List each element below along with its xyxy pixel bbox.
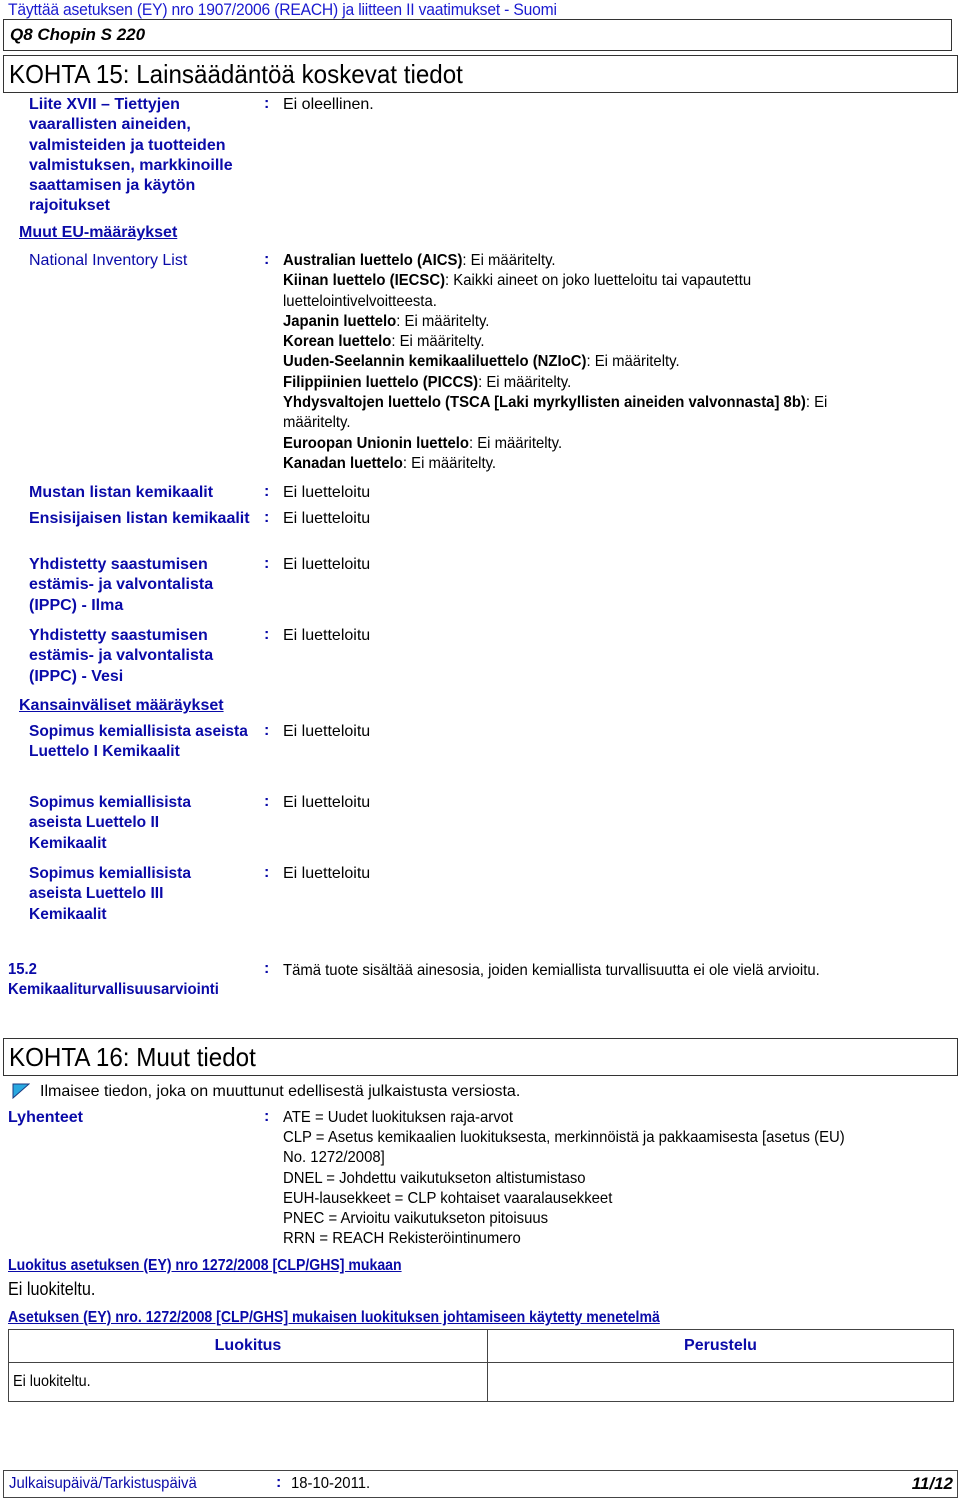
colon: : bbox=[264, 509, 270, 526]
revision-date-label: Julkaisupäivä/Tarkistuspäivä bbox=[9, 1475, 197, 1492]
other-eu-regulations-heading[interactable]: Muut EU-määräykset bbox=[19, 224, 177, 242]
abbreviations-label: Lyhenteet bbox=[8, 1109, 83, 1126]
abbreviation-item: No. 1272/2008] bbox=[283, 1149, 385, 1167]
clp-classification-heading[interactable]: Luokitus asetuksen (EY) nro 1272/2008 [C… bbox=[8, 1257, 402, 1275]
colon: : bbox=[264, 483, 270, 500]
abbreviation-item: ATE = Uudet luokituksen raja-arvot bbox=[283, 1109, 514, 1126]
ippc-air-value: Ei luetteloitu bbox=[283, 556, 371, 573]
national-inventory-label: National Inventory List bbox=[29, 252, 188, 269]
section-15-header: KOHTA 15: Lainsäädäntöä koskevat tiedot bbox=[3, 55, 958, 93]
document-compliance-title: Täyttää asetuksen (EY) nro 1907/2006 (RE… bbox=[8, 0, 557, 19]
colon: : bbox=[264, 960, 270, 977]
chemical-weapons-list-3-value: Ei luetteloitu bbox=[283, 865, 371, 882]
classification-method-table: Luokitus Perustelu Ei luokiteltu. bbox=[8, 1329, 954, 1402]
ippc-air-label: Yhdistetty saastumisen estämis- ja valvo… bbox=[29, 556, 214, 614]
page-number: 11/12 bbox=[911, 1474, 953, 1493]
section-16-title: KOHTA 16: Muut tiedot bbox=[9, 1042, 256, 1072]
blacklist-chemicals-label: Mustan listan kemikaalit bbox=[29, 484, 214, 501]
national-inventory-list: Australian luettelo (AICS): Ei määritelt… bbox=[283, 251, 953, 474]
chemical-weapons-list-1-value: Ei luetteloitu bbox=[283, 723, 371, 740]
inventory-entry: Australian luettelo (AICS): Ei määritelt… bbox=[283, 252, 556, 269]
colon: : bbox=[264, 251, 270, 268]
inventory-entry: Japanin luettelo: Ei määritelty. bbox=[283, 312, 490, 330]
annex-xvii-value: Ei oleellinen. bbox=[283, 96, 374, 113]
colon: : bbox=[264, 1108, 270, 1125]
inventory-entry: Korean luettelo: Ei määritelty. bbox=[283, 333, 485, 351]
table-cell-justification bbox=[487, 1362, 954, 1402]
table-header-row: Luokitus Perustelu bbox=[8, 1329, 954, 1363]
inventory-entry: Filippiinien luettelo (PICCS): Ei määrit… bbox=[283, 373, 572, 391]
abbreviation-item: EUH-lausekkeet = CLP kohtaiset vaaralaus… bbox=[283, 1189, 613, 1207]
abbreviation-item: DNEL = Johdettu vaikutukseton altistumis… bbox=[283, 1169, 586, 1187]
section-15-title: KOHTA 15: Lainsäädäntöä koskevat tiedot bbox=[9, 59, 463, 89]
ippc-water-label: Yhdistetty saastumisen estämis- ja valvo… bbox=[29, 627, 214, 685]
chemical-weapons-list-2-value: Ei luetteloitu bbox=[283, 794, 371, 811]
chemical-weapons-list-3-label: Sopimus kemiallisista aseista Luettelo I… bbox=[29, 865, 191, 923]
international-regulations-heading[interactable]: Kansainväliset määräykset bbox=[19, 697, 224, 715]
table-cell-classification: Ei luokiteltu. bbox=[8, 1362, 488, 1402]
blacklist-chemicals-value: Ei luetteloitu bbox=[283, 484, 371, 501]
priority-list-chemicals-value: Ei luetteloitu bbox=[283, 510, 371, 527]
annex-xvii-label: Liite XVII – Tiettyjen vaarallisten aine… bbox=[29, 96, 233, 215]
clp-classification-value: Ei luokiteltu. bbox=[8, 1279, 96, 1299]
colon: : bbox=[264, 722, 270, 739]
inventory-entry: Kanadan luettelo: Ei määritelty. bbox=[283, 454, 497, 472]
abbreviation-item: PNEC = Arvioitu vaikutukseton pitoisuus bbox=[283, 1210, 549, 1228]
colon: : bbox=[276, 1474, 282, 1491]
classification-method-heading[interactable]: Asetuksen (EY) nro. 1272/2008 [CLP/GHS] … bbox=[8, 1309, 660, 1327]
abbreviation-item: RRN = REACH Rekisteröintinumero bbox=[283, 1230, 521, 1248]
colon: : bbox=[264, 864, 270, 881]
chemical-weapons-list-2-label: Sopimus kemiallisista aseista Luettelo I… bbox=[29, 794, 191, 852]
product-name-box: Q8 Chopin S 220 bbox=[3, 19, 952, 51]
product-name: Q8 Chopin S 220 bbox=[10, 25, 146, 44]
colon: : bbox=[264, 793, 270, 810]
inventory-entry: Euroopan Unionin luettelo: Ei määritelty… bbox=[283, 434, 563, 452]
chemical-safety-assessment-label: 15.2 Kemikaaliturvallisuusarviointi bbox=[8, 961, 219, 998]
inventory-entry: Kiinan luettelo (IECSC): Kaikki aineet o… bbox=[283, 272, 752, 290]
inventory-entry: Yhdysvaltojen luettelo (TSCA [Laki myrky… bbox=[283, 394, 828, 412]
column-header-justification: Perustelu bbox=[487, 1329, 954, 1363]
revision-date-value: 18-10-2011. bbox=[291, 1475, 371, 1492]
footer: Julkaisupäivä/Tarkistuspäivä : 18-10-201… bbox=[3, 1470, 958, 1498]
change-indicator-icon bbox=[12, 1083, 30, 1099]
inventory-entry: määritelty. bbox=[283, 414, 351, 432]
section-16-header: KOHTA 16: Muut tiedot bbox=[3, 1038, 958, 1076]
abbreviation-item: CLP = Asetus kemikaalien luokituksesta, … bbox=[283, 1129, 845, 1147]
colon: : bbox=[264, 626, 270, 643]
abbreviations-list: ATE = Uudet luokituksen raja-arvot CLP =… bbox=[283, 1108, 845, 1249]
chemical-weapons-list-1-label: Sopimus kemiallisista aseista Luettelo I… bbox=[29, 723, 248, 761]
change-indicator-note: Ilmaisee tiedon, joka on muuttunut edell… bbox=[40, 1083, 521, 1100]
colon: : bbox=[264, 95, 270, 112]
inventory-entry: Uuden-Seelannin kemikaaliluettelo (NZIoC… bbox=[283, 353, 680, 371]
chemical-safety-assessment-value: Tämä tuote sisältää ainesosia, joiden ke… bbox=[283, 962, 820, 979]
table-row: Ei luokiteltu. bbox=[8, 1362, 954, 1402]
ippc-water-value: Ei luetteloitu bbox=[283, 627, 371, 644]
inventory-entry: luettelointivelvoitteesta. bbox=[283, 292, 437, 310]
priority-list-chemicals-label: Ensisijaisen listan kemikaalit bbox=[29, 510, 250, 527]
colon: : bbox=[264, 555, 270, 572]
column-header-classification: Luokitus bbox=[8, 1329, 488, 1363]
